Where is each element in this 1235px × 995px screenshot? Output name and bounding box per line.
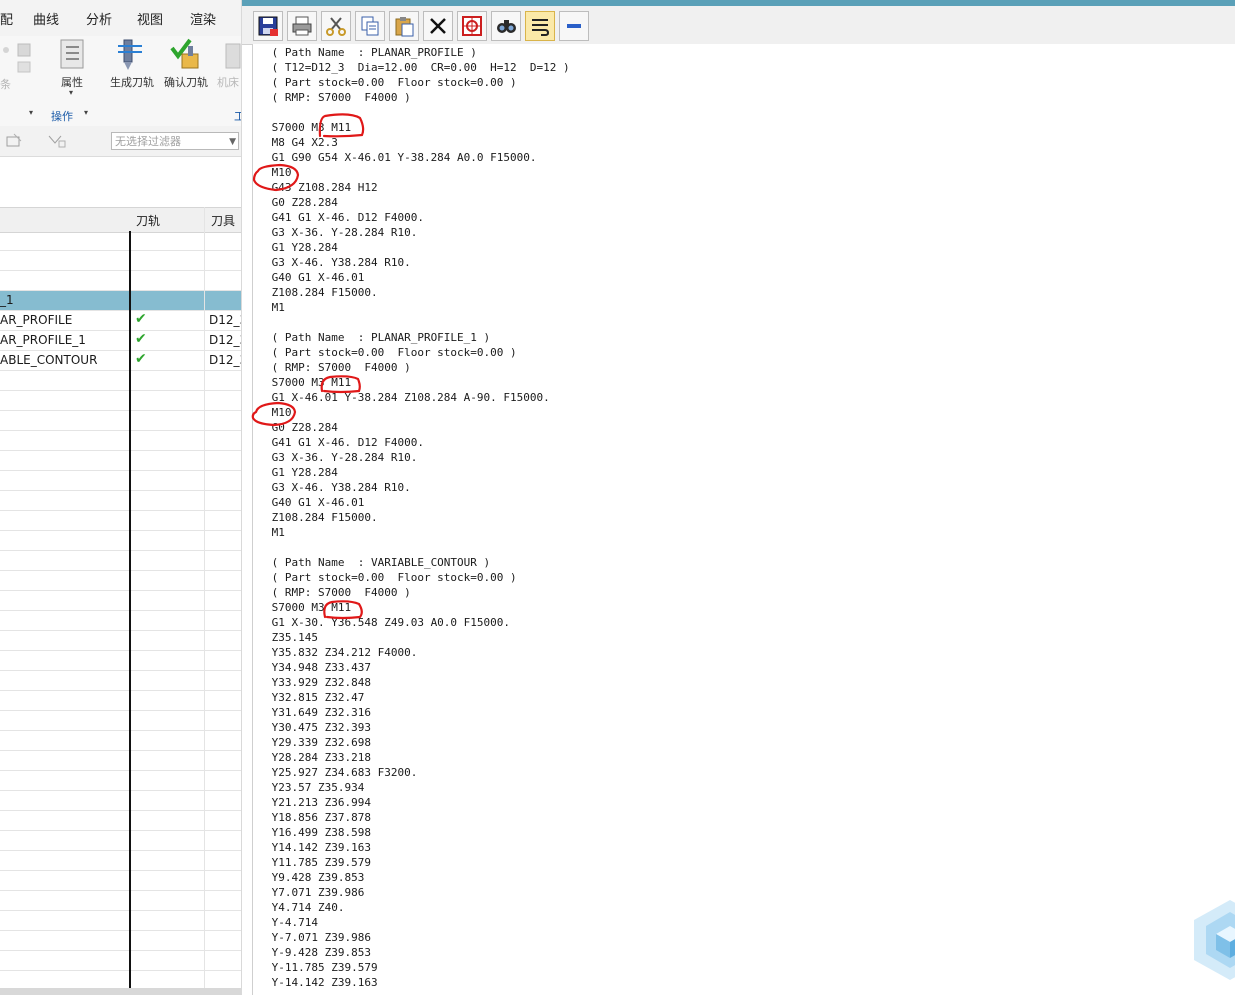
operation-name: AR_PROFILE xyxy=(0,313,73,327)
menu-item-view[interactable]: 视图 xyxy=(137,9,163,28)
menu-item-render[interactable]: 渲染 xyxy=(190,9,216,28)
red-annotation-overlay xyxy=(251,113,365,620)
annotation-circle-m10-1 xyxy=(252,163,300,192)
operations-dropdown-icon[interactable]: ▾ xyxy=(84,108,88,117)
ribbon-left-cut-label: 条 xyxy=(0,78,11,91)
generate-toolpath-icon xyxy=(118,39,142,70)
tool-name: D12_3 xyxy=(209,333,241,347)
faded-tool-icon xyxy=(3,43,31,73)
menu-item-curve[interactable]: 曲线 xyxy=(33,9,59,28)
horizontal-scrollbar[interactable] xyxy=(0,988,241,995)
group-dropdown-icon[interactable]: ▾ xyxy=(29,108,33,117)
generate-toolpath-button[interactable]: 生成刀轨 xyxy=(110,74,154,90)
selection-icon[interactable] xyxy=(6,133,24,149)
toolpath-status-check-icon: ✔ xyxy=(135,331,147,347)
properties-dropdown-icon[interactable]: ▾ xyxy=(69,88,73,97)
properties-icon xyxy=(60,39,84,69)
type-filter-value: 无选择过滤器 xyxy=(115,135,181,148)
machine-button[interactable]: 机床 xyxy=(217,74,239,90)
column-header-toolpath[interactable]: 刀轨 xyxy=(136,212,160,229)
filter-options-icon[interactable] xyxy=(47,133,67,149)
annotation-circle-m10-2 xyxy=(251,401,297,427)
annotation-circle-m11-2 xyxy=(320,375,361,394)
operation-name: AR_PROFILE_1 xyxy=(0,333,86,347)
navigator-blank-area xyxy=(0,157,241,207)
annotation-circle-m11-1 xyxy=(318,113,365,138)
selection-bar: 无选择过滤器 ▼ xyxy=(0,126,241,157)
type-filter-select[interactable]: 无选择过滤器 ▼ xyxy=(111,132,239,150)
annotation-circle-m11-3 xyxy=(323,600,363,620)
operations-group-label: 操作 xyxy=(51,110,73,123)
ribbon-toolbar: 条 属性 ▾ 生成刀轨 确认刀轨 机床 ▾ 操作 ▾ 工 xyxy=(0,36,241,127)
menu-bar: 配 曲线 分析 视图 渲染 xyxy=(0,0,241,36)
column-divider xyxy=(204,207,205,995)
nc-code-listing-window: ( Path Name : PLANAR_PROFILE ) ( T12=D12… xyxy=(241,0,1235,995)
menu-item-assembly[interactable]: 配 xyxy=(0,9,13,28)
toolpath-status-check-icon: ✔ xyxy=(135,351,147,367)
menu-item-analysis[interactable]: 分析 xyxy=(86,9,112,28)
toolpath-status-check-icon: ✔ xyxy=(135,311,147,327)
nx-operation-navigator-panel: 配 曲线 分析 视图 渲染 条 属性 ▾ 生成刀轨 确认刀轨 机床 ▾ 操作 ▾… xyxy=(0,0,241,995)
watermark-logo-icon xyxy=(1194,900,1235,980)
column-divider-bold[interactable] xyxy=(129,231,131,991)
tool-name: D12_3 xyxy=(209,353,241,367)
column-header-tool[interactable]: 刀具 xyxy=(211,212,235,229)
tool-name: D12_3 xyxy=(209,313,241,327)
verify-toolpath-icon xyxy=(170,38,199,69)
operation-name: _1 xyxy=(0,293,14,307)
verify-toolpath-button[interactable]: 确认刀轨 xyxy=(164,74,208,90)
tools-group-label: 工 xyxy=(234,110,241,123)
operation-name: ABLE_CONTOUR xyxy=(0,353,98,367)
chevron-down-icon: ▼ xyxy=(229,137,236,147)
machine-icon xyxy=(225,43,241,69)
